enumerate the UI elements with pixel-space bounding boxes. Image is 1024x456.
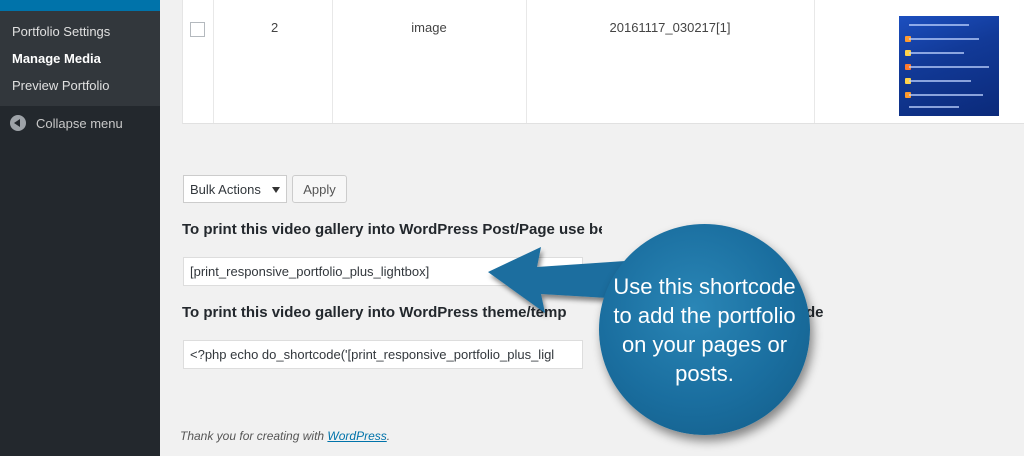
column-divider — [332, 0, 333, 123]
row-media-type: image — [411, 20, 447, 35]
collapse-menu-label: Collapse menu — [36, 115, 123, 131]
column-divider — [526, 0, 527, 123]
active-menu-accent — [0, 0, 160, 11]
row-number: 2 — [271, 20, 279, 35]
submenu-preview-portfolio[interactable]: Preview Portfolio — [12, 78, 110, 93]
callout-text: Use this shortcode to add the portfolio … — [613, 273, 796, 386]
submenu-manage-media[interactable]: Manage Media — [12, 51, 101, 66]
post-shortcode-heading: To print this video gallery into WordPre… — [182, 221, 602, 238]
admin-sidebar: Portfolio Settings Manage Media Preview … — [0, 0, 160, 456]
bulk-actions-select[interactable]: Bulk Actions — [183, 175, 287, 203]
row-media-title: 20161117_030217[1] — [609, 20, 731, 35]
bulk-actions-value: Bulk Actions — [190, 181, 261, 197]
collapse-menu-button[interactable]: Collapse menu — [10, 115, 123, 131]
theme-shortcode-field[interactable]: <?php echo do_shortcode('[print_responsi… — [183, 340, 583, 369]
wp-admin-page: Portfolio Settings Manage Media Preview … — [0, 0, 1024, 456]
submenu-portfolio-settings[interactable]: Portfolio Settings — [12, 24, 110, 39]
media-thumbnail[interactable] — [899, 16, 999, 116]
theme-shortcode-heading: To print this video gallery into WordPre… — [182, 304, 567, 321]
footer-text: Thank you for creating with — [180, 429, 328, 443]
admin-footer: Thank you for creating with WordPress. — [180, 429, 390, 443]
callout-bubble: Use this shortcode to add the portfolio … — [599, 224, 810, 435]
portfolio-submenu: Portfolio Settings Manage Media Preview … — [0, 11, 160, 106]
row-checkbox[interactable] — [190, 22, 205, 37]
wordpress-link[interactable]: WordPress — [327, 429, 386, 443]
apply-button[interactable]: Apply — [292, 175, 347, 203]
footer-suffix: . — [386, 429, 391, 443]
column-divider — [213, 0, 214, 123]
chevron-down-icon — [272, 187, 280, 193]
media-table: 2 image 20161117_030217[1] — [182, 0, 1024, 124]
collapse-arrow-icon — [10, 115, 26, 131]
column-divider — [814, 0, 815, 123]
post-shortcode-field[interactable]: [print_responsive_portfolio_plus_lightbo… — [183, 257, 583, 286]
